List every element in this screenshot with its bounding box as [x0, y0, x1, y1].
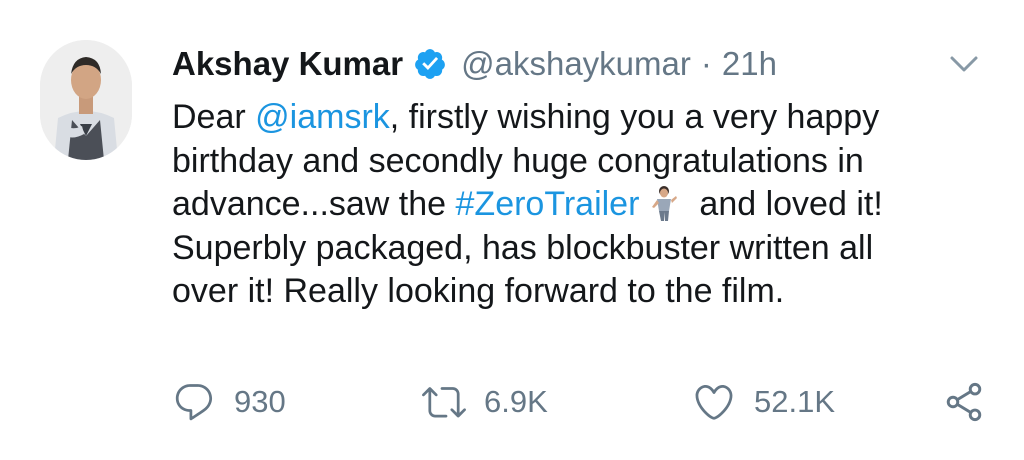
retweet-button[interactable]: 6.9K	[422, 372, 548, 432]
tweet-header: Akshay Kumar @akshaykumar · 21h	[172, 38, 984, 90]
tweet-text: Dear @iamsrk, firstly wishing you a very…	[172, 96, 1002, 314]
share-button[interactable]	[942, 372, 1004, 432]
chevron-down-icon[interactable]	[944, 44, 984, 84]
retweet-icon	[422, 387, 466, 418]
tweet-line-3: advance...saw the #ZeroTrailer and loved …	[172, 183, 1002, 227]
tweet-line-5: over it! Really looking forward to the f…	[172, 272, 785, 310]
tweet-text-segment: and loved it!	[699, 185, 883, 223]
avatar[interactable]	[40, 40, 132, 160]
separator-dot: ·	[700, 45, 712, 82]
hashtag-emoji-icon	[647, 183, 681, 223]
hashtag-link[interactable]: #ZeroTrailer	[456, 185, 640, 223]
mention-link[interactable]: @iamsrk	[255, 98, 390, 136]
author-name[interactable]: Akshay Kumar	[172, 45, 403, 83]
like-button[interactable]: 52.1K	[692, 372, 835, 432]
tweet-line-1: Dear @iamsrk, firstly wishing you a very…	[172, 96, 1002, 140]
verified-badge-icon	[413, 47, 447, 81]
reply-count: 930	[234, 384, 286, 419]
tweet-text-segment: advance...saw the	[172, 185, 456, 223]
tweet-actions: 930 6.9K 52.1K	[172, 372, 1002, 432]
retweet-count: 6.9K	[484, 384, 548, 419]
tweet-text-segment: , firstly wishing you a very happy	[389, 98, 880, 136]
reply-button[interactable]: 930	[172, 372, 286, 432]
share-icon	[946, 382, 982, 422]
tweet-timestamp[interactable]: 21h	[722, 45, 777, 83]
reply-icon	[175, 384, 213, 421]
tweet-line-2: birthday and secondly huge congratulatio…	[172, 141, 864, 180]
author-handle[interactable]: @akshaykumar	[461, 45, 691, 83]
avatar-image	[40, 40, 132, 160]
like-count: 52.1K	[754, 384, 836, 419]
like-icon	[695, 384, 733, 420]
tweet-line-4: Superbly packaged, has blockbuster writt…	[172, 228, 874, 267]
tweet-text-segment: Dear	[172, 98, 256, 136]
